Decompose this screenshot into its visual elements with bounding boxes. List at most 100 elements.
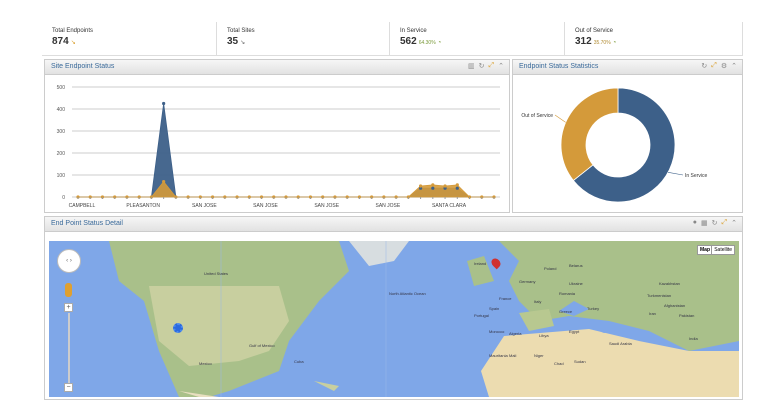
kpi-value: 35 — [227, 36, 239, 47]
kpi-label: Out of Service — [575, 28, 614, 34]
pan-control[interactable]: ‹ › — [57, 249, 81, 273]
grid-icon[interactable]: ▦ — [701, 219, 708, 227]
kpi-label: Total Sites — [227, 28, 255, 34]
map[interactable]: United States Mexico North Atlantic Ocean G… — [49, 241, 739, 397]
slice-label: In Service — [685, 173, 707, 179]
map-label: Algeria — [509, 331, 522, 336]
globe-icon[interactable]: ● — [693, 219, 697, 227]
data-point — [431, 183, 435, 187]
data-point — [455, 183, 459, 187]
y-tick-label: 200 — [57, 151, 66, 157]
collapse-icon[interactable]: ⌃ — [731, 62, 737, 70]
x-tick-label: SAN JOSE — [376, 203, 401, 209]
map-label: Gulf of Mexico — [249, 343, 275, 348]
map-label: Sudan — [574, 359, 586, 364]
endpoint-status-donut: In Service Out of Service — [521, 87, 707, 203]
map-label: Niger — [534, 353, 544, 358]
kpi-value: 874 — [52, 36, 69, 47]
refresh-icon[interactable]: ↻ — [712, 219, 718, 227]
map-label: Romania — [559, 291, 576, 296]
map-label: Saudi Arabia — [609, 341, 632, 346]
expand-icon[interactable]: ⤢ — [711, 62, 717, 70]
zoom-out-button[interactable]: − — [64, 383, 73, 392]
map-label: Afghanistan — [664, 303, 686, 308]
y-tick-label: 0 — [62, 195, 65, 201]
expand-icon[interactable]: ⤢ — [489, 62, 495, 70]
map-label: Iran — [649, 311, 656, 316]
map-label: Portugal — [474, 313, 489, 318]
map-label: Spain — [489, 306, 500, 311]
site-marker-blue[interactable] — [173, 323, 183, 333]
panel-title: End Point Status Detail — [51, 220, 123, 227]
y-tick-label: 500 — [57, 85, 66, 91]
kpi-value: 562 — [400, 36, 417, 47]
panel-title: Endpoint Status Statistics — [519, 63, 599, 70]
panel-title: Site Endpoint Status — [51, 63, 115, 70]
kpi-total-endpoints: Total Endpoints 874 ↘ — [42, 22, 217, 56]
map-label: Pakistan — [679, 313, 695, 318]
map-label: Italy — [534, 299, 542, 304]
expand-icon[interactable]: ⤢ — [722, 219, 728, 227]
map-tiles — [109, 241, 739, 397]
zoom-in-button[interactable]: + — [64, 303, 73, 312]
kpi-value: 312 — [575, 36, 592, 47]
x-tick-label: SAN JOSE — [192, 203, 217, 209]
data-point — [162, 101, 166, 106]
trend-icon: ↘ — [240, 40, 246, 46]
map-label: Turkey — [587, 306, 600, 311]
end-point-status-detail-panel: End Point Status Detail ● ▦ ↻ ⤢ ⌃ United… — [44, 216, 743, 400]
map-label: Ukraine — [569, 281, 583, 286]
data-point — [162, 180, 166, 184]
site-endpoint-chart: 0 100 200 300 400 500 CAMPBELL PLEASANTON SAN JO… — [57, 85, 500, 209]
x-tick-label: SANTA CLARA — [432, 203, 467, 209]
slice-label: Out of Service — [521, 113, 553, 119]
map-label: Germany — [519, 279, 536, 284]
map-label: Cuba — [294, 359, 304, 364]
map-label: Ireland — [474, 261, 487, 266]
map-label: Morocco — [489, 329, 505, 334]
settings-icon[interactable]: ⚙ — [721, 62, 727, 70]
map-label: Chad — [554, 361, 564, 366]
collapse-icon[interactable]: ⌃ — [731, 219, 737, 227]
map-label: Libya — [539, 333, 549, 338]
kpi-in-service: In Service 562 64.30% ◔ — [390, 22, 565, 56]
info-icon: ◔ — [437, 40, 442, 46]
x-tick-label: SAN JOSE — [314, 203, 339, 209]
donut-slice — [560, 87, 619, 182]
info-icon: ◔ — [612, 40, 617, 46]
y-tick-label: 400 — [57, 107, 66, 113]
chart-icon[interactable]: ▥ — [468, 62, 475, 70]
map-label: Mali — [509, 353, 517, 358]
map-label: Belarus — [569, 263, 583, 268]
site-endpoint-status-panel: Site Endpoint Status ▥ ↻ ⤢ ⌃ 0 100 200 300 4… — [44, 59, 510, 213]
map-label: Kazakhstan — [659, 281, 680, 286]
map-label: France — [499, 296, 512, 301]
street-view-pegman-icon[interactable] — [65, 283, 72, 297]
collapse-icon[interactable]: ⌃ — [498, 62, 504, 70]
data-point — [431, 186, 435, 190]
map-label: Egypt — [569, 329, 580, 334]
map-label: Poland — [544, 266, 557, 271]
trend-icon: ↘ — [70, 40, 76, 46]
zoom-slider[interactable] — [68, 313, 70, 383]
data-point — [418, 184, 423, 188]
map-label: North Atlantic Ocean — [389, 291, 426, 296]
y-tick-label: 100 — [57, 173, 66, 179]
refresh-icon[interactable]: ↻ — [701, 62, 707, 70]
leader-line — [554, 114, 566, 123]
map-label: Turkmenistan — [647, 293, 672, 298]
map-label: Greece — [559, 309, 573, 314]
map-label: Mexico — [199, 361, 212, 366]
x-tick-label: PLEASANTON — [126, 203, 160, 209]
kpi-label: In Service — [400, 28, 427, 34]
data-point — [455, 186, 459, 190]
y-tick-label: 300 — [57, 129, 66, 135]
map-type-satellite-button[interactable]: Satellite — [711, 245, 735, 255]
kpi-total-sites: Total Sites 35 ↘ — [217, 22, 390, 56]
series-area — [78, 103, 494, 198]
map-label: Mauritania — [489, 353, 508, 358]
data-point — [443, 184, 447, 188]
kpi-out-of-service: Out of Service 312 35.70% ◔ — [565, 22, 743, 56]
leader-line — [667, 172, 684, 176]
refresh-icon[interactable]: ↻ — [479, 62, 485, 70]
